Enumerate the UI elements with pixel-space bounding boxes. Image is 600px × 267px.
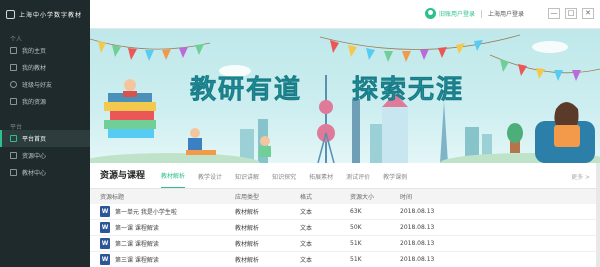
column-header-format: 格式 <box>300 194 313 201</box>
tab-teaching-design[interactable]: 教学设计 <box>198 172 222 188</box>
app-logo: 上海中小学数字教材 <box>0 0 90 28</box>
resource-size: 63K <box>350 208 362 215</box>
tab-knowledge-inquiry[interactable]: 知识探究 <box>272 172 296 188</box>
resource-type: 教材解析 <box>235 225 260 232</box>
resource-time: 2018.08.13 <box>400 224 435 231</box>
sidebar-section-platform: 平台 <box>10 124 23 131</box>
login-area: 旧账用户登录 上海用户登录 <box>424 8 524 19</box>
resource-time: 2018.08.13 <box>400 256 435 263</box>
resource-title[interactable]: 第二课 课程解读 <box>115 239 159 248</box>
resource-size: 51K <box>350 240 362 247</box>
resource-title-cell: W 第三课 课程解读 <box>90 254 235 265</box>
sidebar-item-label: 教材中心 <box>22 170 47 177</box>
more-link[interactable]: 更多 > <box>571 172 590 181</box>
sidebar-item-label: 平台首页 <box>22 136 47 143</box>
maximize-button[interactable]: □ <box>565 8 577 19</box>
word-icon: W <box>100 254 110 265</box>
legacy-user-login-link[interactable]: 旧账用户登录 <box>439 9 475 18</box>
home-icon <box>10 47 17 54</box>
sidebar-item-my-textbooks[interactable]: 我的教材 <box>0 59 90 76</box>
table-row[interactable]: W 第一单元 我是小学生啦 教材解析 文本 63K 2018.08.13 <box>90 204 600 220</box>
table-row[interactable]: W 第二课 课程解读 教材解析 文本 51K 2018.08.13 <box>90 236 600 252</box>
column-header-title: 资源标题 <box>100 194 125 201</box>
column-header-size: 资源大小 <box>350 194 375 201</box>
resource-size: 51K <box>350 256 362 263</box>
sidebar-item-label: 资源中心 <box>22 153 47 160</box>
banner-title-left: 教研有道 <box>190 75 303 106</box>
banner-title-right: 探索无涯 <box>352 75 465 106</box>
resource-type: 教材解析 <box>235 257 260 264</box>
tab-teaching-cases[interactable]: 教学课例 <box>383 172 407 188</box>
banner-illustration <box>90 34 600 163</box>
grid-icon <box>10 152 17 159</box>
resource-title[interactable]: 第一单元 我是小学生啦 <box>115 207 177 216</box>
table-header: 资源标题 应用类型 格式 资源大小 时间 <box>90 189 600 204</box>
sidebar-item-label: 我的资源 <box>22 99 47 106</box>
word-icon: W <box>100 222 110 233</box>
resource-title[interactable]: 第三课 课程解读 <box>115 255 159 264</box>
close-button[interactable]: ✕ <box>582 8 594 19</box>
column-header-time: 时间 <box>400 194 413 201</box>
resource-format: 文本 <box>300 257 313 264</box>
app-logo-text: 上海中小学数字教材 <box>19 11 83 19</box>
sidebar-item-my-resources[interactable]: 我的资源 <box>0 93 90 110</box>
sidebar-item-my-home[interactable]: 我的主页 <box>0 42 90 59</box>
home-icon <box>10 135 17 142</box>
book-icon <box>10 169 17 176</box>
resource-title[interactable]: 第一课 课程解读 <box>115 223 159 232</box>
book-icon <box>10 64 17 71</box>
resource-format: 文本 <box>300 209 313 216</box>
resource-time: 2018.08.13 <box>400 240 435 247</box>
shanghai-user-login-link[interactable]: 上海用户登录 <box>488 9 524 18</box>
resource-type: 教材解析 <box>235 241 260 248</box>
resource-size: 50K <box>350 224 362 231</box>
sidebar-item-label: 我的主页 <box>22 48 47 55</box>
resource-title-cell: W 第一课 课程解读 <box>90 222 235 233</box>
sidebar-section-personal: 个人 <box>10 36 23 43</box>
resource-title-cell: W 第二课 课程解读 <box>90 238 235 249</box>
column-header-type: 应用类型 <box>235 194 260 201</box>
minimize-button[interactable]: — <box>548 8 560 19</box>
window-controls: — □ ✕ <box>548 8 594 19</box>
resource-format: 文本 <box>300 225 313 232</box>
top-bar: 旧账用户登录 上海用户登录 — □ ✕ <box>90 0 600 29</box>
resource-title-cell: W 第一单元 我是小学生啦 <box>90 206 235 217</box>
sidebar-item-label: 我的教材 <box>22 65 47 72</box>
logo-icon <box>6 9 15 19</box>
sidebar-item-platform-home[interactable]: 平台首页 <box>0 130 90 147</box>
resource-time: 2018.08.13 <box>400 208 435 215</box>
resource-tabs: 资源与课程 教材解析 教学设计 知识讲解 知识探究 拓展素材 测试评价 教学课例… <box>90 163 600 189</box>
section-title: 资源与课程 <box>100 171 146 181</box>
resource-format: 文本 <box>300 241 313 248</box>
tab-test-evaluation[interactable]: 测试评价 <box>346 172 370 188</box>
user-avatar-icon <box>424 8 436 19</box>
resource-type: 教材解析 <box>235 209 260 216</box>
sidebar-item-classes-friends[interactable]: 班级与好友 <box>0 76 90 93</box>
word-icon: W <box>100 238 110 249</box>
tab-extension-materials[interactable]: 拓展素材 <box>309 172 333 188</box>
table-row[interactable]: W 第一课 课程解读 教材解析 文本 50K 2018.08.13 <box>90 220 600 236</box>
word-icon: W <box>100 206 110 217</box>
sidebar-item-textbook-center[interactable]: 教材中心 <box>0 164 90 181</box>
divider <box>480 9 482 18</box>
users-icon <box>10 81 17 88</box>
hero-banner: 教研有道 探索无涯 <box>90 29 600 163</box>
sidebar-item-resource-center[interactable]: 资源中心 <box>0 147 90 164</box>
sidebar: 上海中小学数字教材 个人 我的主页 我的教材 班级与好友 我的资源 平台 平台首… <box>0 0 90 267</box>
folder-icon <box>10 98 17 105</box>
resources-panel: 资源与课程 教材解析 教学设计 知识讲解 知识探究 拓展素材 测试评价 教学课例… <box>90 163 600 267</box>
sidebar-item-label: 班级与好友 <box>22 82 53 89</box>
tab-knowledge-explanation[interactable]: 知识讲解 <box>235 172 259 188</box>
vertical-scrollbar[interactable] <box>596 163 600 267</box>
tab-textbook-analysis[interactable]: 教材解析 <box>161 171 186 188</box>
table-row[interactable]: W 第三课 课程解读 教材解析 文本 51K 2018.08.13 <box>90 252 600 267</box>
